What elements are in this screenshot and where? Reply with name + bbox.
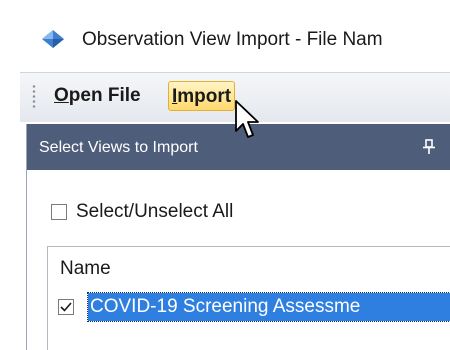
title-bar: Observation View Import - File Nam (0, 0, 450, 72)
import-label: mport (177, 86, 232, 107)
toolbar-grip[interactable] (32, 84, 36, 110)
list-item-label[interactable]: COVID-19 Screening Assessme (87, 292, 450, 322)
open-file-button[interactable]: Open File (50, 81, 145, 111)
app-icon (42, 30, 64, 48)
mouse-pointer-icon (235, 100, 259, 138)
column-header-name[interactable]: Name (60, 258, 111, 280)
import-button[interactable]: Import (168, 81, 236, 111)
window-title: Observation View Import - File Nam (82, 29, 383, 50)
select-views-panel: Select Views to Import Select/Unselect A… (26, 124, 450, 350)
pin-icon[interactable] (422, 139, 436, 155)
list-item[interactable]: COVID-19 Screening Assessme (58, 292, 450, 322)
panel-title: Select Views to Import (39, 139, 198, 156)
select-all-box[interactable] (51, 204, 67, 220)
checkmark-icon (60, 302, 72, 312)
select-all-label: Select/Unselect All (76, 201, 234, 222)
open-file-accel: O (54, 85, 69, 106)
list-item-checkbox[interactable] (58, 299, 74, 315)
open-file-label: pen File (68, 85, 141, 106)
views-list: Name COVID-19 Screening Assessme (47, 246, 450, 350)
